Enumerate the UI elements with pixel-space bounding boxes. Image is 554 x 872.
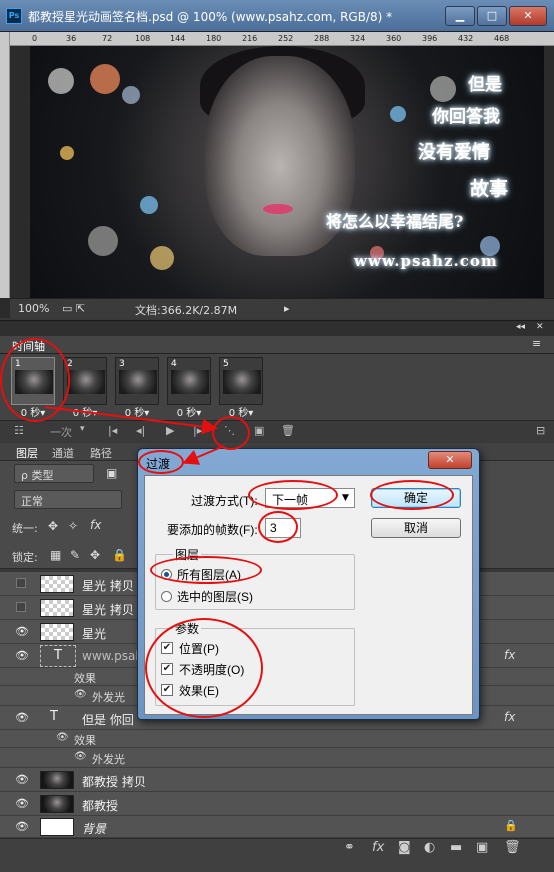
ruler-tick: 0	[32, 34, 38, 43]
ruler-tick: 216	[242, 34, 258, 43]
ruler-tick: 144	[170, 34, 186, 43]
ruler-tick: 72	[102, 34, 113, 43]
ruler-tick: 36	[66, 34, 77, 43]
ruler-tick: 432	[458, 34, 474, 43]
ruler-tick: 396	[422, 34, 438, 43]
ruler-tick: 252	[278, 34, 294, 43]
ruler-tick: 180	[206, 34, 222, 43]
ruler-tick: 468	[494, 34, 510, 43]
annotation-arrows	[44, 406, 225, 465]
ruler-tick: 360	[386, 34, 402, 43]
ruler-tick: 108	[135, 34, 151, 43]
ruler-tick: 288	[314, 34, 330, 43]
ruler-tick: 324	[350, 34, 366, 43]
